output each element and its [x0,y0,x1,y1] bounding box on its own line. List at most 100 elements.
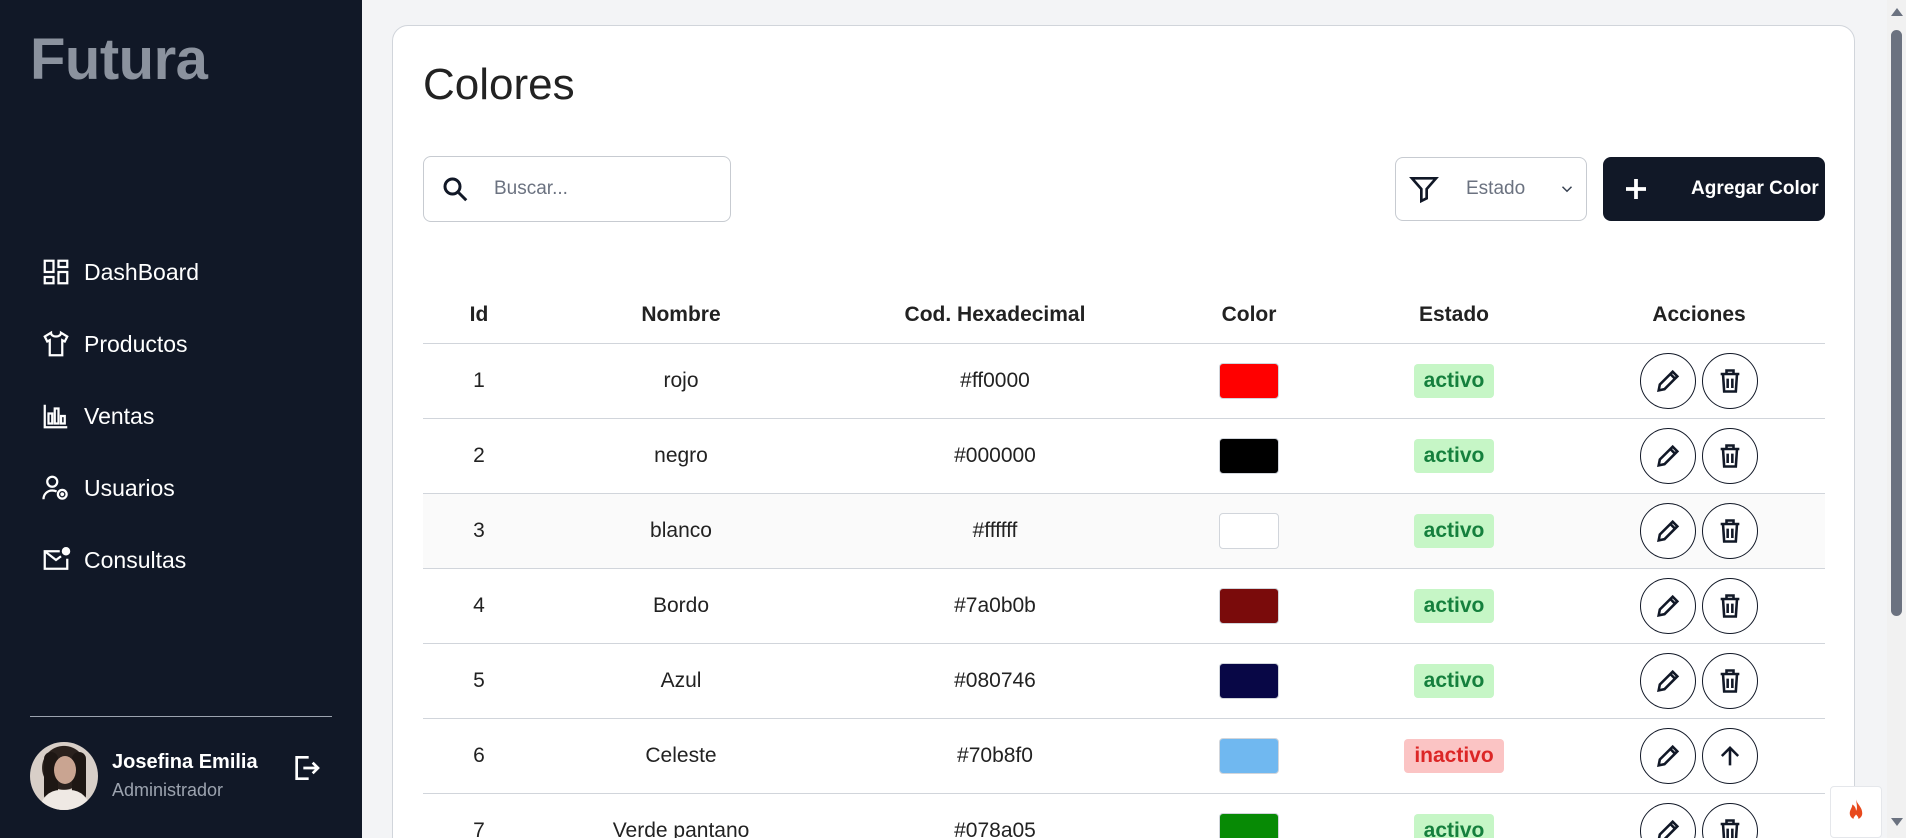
trash-icon [1716,442,1744,470]
sidebar-item-label: Consultas [84,546,187,573]
color-swatch [1219,363,1279,399]
mail-notification-icon [40,544,72,576]
cell-nombre: Azul [660,669,702,692]
trash-icon [1716,817,1744,838]
cell-color [1163,588,1335,624]
add-color-button[interactable]: Agregar Color [1603,157,1825,221]
cell-acciones [1573,503,1825,559]
edit-button[interactable] [1640,578,1696,634]
sidebar-item-label: Ventas [84,402,155,429]
sidebar-item-ventas[interactable]: Ventas [40,380,199,452]
search-input[interactable] [494,178,714,200]
status-badge: activo [1413,364,1495,398]
pencil-icon [1654,667,1682,695]
status-badge: activo [1413,814,1495,838]
scroll-thumb[interactable] [1891,30,1902,616]
cell-hex: #70b8f0 [957,744,1033,767]
status-badge: activo [1413,514,1495,548]
cell-estado: activo [1335,439,1573,473]
header-id: Id [469,302,489,326]
user-settings-icon [40,472,72,504]
edit-button[interactable] [1640,728,1696,784]
cell-nombre: rojo [663,369,699,392]
edit-button[interactable] [1640,428,1696,484]
trash-icon [1716,367,1744,395]
cell-acciones [1573,653,1825,709]
sidebar-item-label: DashBoard [84,258,200,285]
edit-button[interactable] [1640,653,1696,709]
cell-nombre: Verde pantano [612,819,750,838]
color-swatch [1219,438,1279,474]
cell-id: 7 [473,819,485,838]
cell-color [1163,813,1335,838]
pencil-icon [1654,817,1682,838]
sidebar-item-productos[interactable]: Productos [40,308,199,380]
filter-icon [1408,173,1440,205]
sidebar-item-consultas[interactable]: Consultas [40,524,199,596]
colors-table: Id Nombre Cod. Hexadecimal Color Estado … [423,286,1825,838]
cell-id: 2 [473,444,485,467]
cell-color [1163,513,1335,549]
delete-button[interactable] [1702,653,1758,709]
cell-acciones [1573,428,1825,484]
cell-id: 4 [473,594,485,617]
cell-id: 6 [473,744,485,767]
sidebar-item-dashboard[interactable]: DashBoard [40,236,199,308]
plus-icon [1621,174,1651,204]
delete-button[interactable] [1702,803,1758,838]
main-panel: Colores Estado Agregar Color Id Nombre C… [392,25,1855,838]
pencil-icon [1654,592,1682,620]
search-box[interactable] [423,156,731,222]
page-title: Colores [423,60,575,109]
delete-button[interactable] [1702,428,1758,484]
cell-hex: #7a0b0b [954,594,1036,617]
cell-acciones [1573,353,1825,409]
user-name: Josefina Emilia [112,751,258,773]
trash-icon [1716,592,1744,620]
pencil-icon [1654,442,1682,470]
cell-acciones [1573,578,1825,634]
delete-button[interactable] [1702,503,1758,559]
cell-color [1163,738,1335,774]
header-acciones: Acciones [1652,302,1746,326]
logout-icon[interactable] [290,752,326,788]
filter-label: Estado [1466,178,1526,199]
scroll-down-arrow[interactable] [1891,818,1903,826]
scroll-up-arrow[interactable] [1891,8,1903,16]
delete-button[interactable] [1702,353,1758,409]
cell-estado: activo [1335,589,1573,623]
header-hex: Cod. Hexadecimal [904,302,1086,326]
cell-id: 5 [473,669,485,692]
table-row: 1 rojo #ff0000 activo [423,344,1825,419]
color-swatch [1219,738,1279,774]
flame-icon[interactable] [1830,786,1882,838]
arrow-up-icon [1716,742,1744,770]
table-row: 7 Verde pantano #078a05 activo [423,794,1825,838]
delete-button[interactable] [1702,578,1758,634]
cell-hex: #078a05 [954,819,1036,838]
edit-button[interactable] [1640,803,1696,838]
cell-acciones [1573,728,1825,784]
status-badge: activo [1413,664,1495,698]
estado-filter-select[interactable]: Estado [1395,157,1587,221]
restore-button[interactable] [1702,728,1758,784]
brand-logo: Futura [30,27,208,92]
table-row: 5 Azul #080746 activo [423,644,1825,719]
table-row: 6 Celeste #70b8f0 inactivo [423,719,1825,794]
scrollbar[interactable] [1887,0,1906,838]
cell-estado: inactivo [1335,739,1573,773]
shirt-icon [40,328,72,360]
sidebar: Futura DashBoard Productos Ventas Usuari… [0,0,362,838]
cell-estado: activo [1335,814,1573,838]
cell-estado: activo [1335,664,1573,698]
pencil-icon [1654,517,1682,545]
cell-nombre: negro [654,444,708,467]
header-color: Color [1221,302,1277,326]
sidebar-item-usuarios[interactable]: Usuarios [40,452,199,524]
table-row: 4 Bordo #7a0b0b activo [423,569,1825,644]
table-body: 1 rojo #ff0000 activo 2 negro #000000 activo 3 bl… [423,344,1825,838]
cell-id: 1 [473,369,485,392]
sidebar-item-label: Productos [84,330,188,357]
edit-button[interactable] [1640,353,1696,409]
edit-button[interactable] [1640,503,1696,559]
